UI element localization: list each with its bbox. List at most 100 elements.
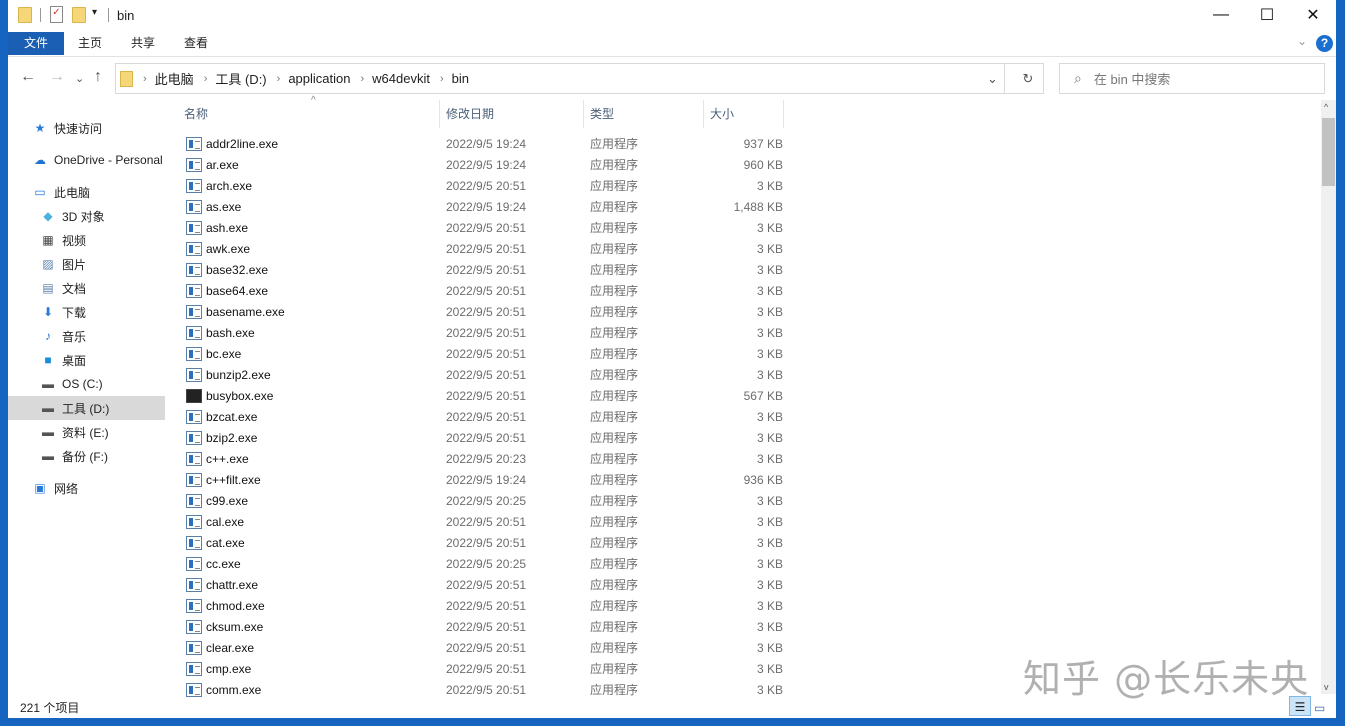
breadcrumb-item[interactable]: application	[288, 71, 350, 86]
file-size: 3 KB	[756, 221, 783, 235]
application-icon	[186, 221, 202, 235]
tab-share[interactable]: 共享	[117, 32, 169, 55]
file-row[interactable]: bunzip2.exe 2022/9/5 20:51 应用程序 3 KB	[178, 365, 798, 386]
file-row[interactable]: awk.exe 2022/9/5 20:51 应用程序 3 KB	[178, 239, 798, 260]
file-row[interactable]: chmod.exe 2022/9/5 20:51 应用程序 3 KB	[178, 596, 798, 617]
tab-file[interactable]: 文件	[8, 32, 64, 55]
sidebar-item[interactable]: ▬ OS (C:)	[8, 372, 165, 396]
search-input[interactable]: ⌕ 在 bin 中搜索	[1059, 63, 1325, 94]
file-row[interactable]: chattr.exe 2022/9/5 20:51 应用程序 3 KB	[178, 575, 798, 596]
file-size: 3 KB	[756, 599, 783, 613]
sidebar-item[interactable]: ▤ 文档	[8, 276, 165, 300]
file-row[interactable]: addr2line.exe 2022/9/5 19:24 应用程序 937 KB	[178, 134, 798, 155]
sidebar-item[interactable]: ▣ 网络	[8, 476, 165, 500]
sidebar-item-label: 音乐	[62, 329, 87, 344]
help-icon[interactable]: ?	[1316, 35, 1333, 52]
sidebar-item[interactable]: ■ 桌面	[8, 348, 165, 372]
breadcrumb-item[interactable]: bin	[452, 71, 469, 86]
sidebar-item[interactable]: ☁ OneDrive - Personal	[8, 148, 165, 172]
sidebar-item[interactable]: ▬ 备份 (F:)	[8, 444, 165, 468]
file-type: 应用程序	[590, 347, 639, 361]
tab-home[interactable]: 主页	[64, 32, 116, 55]
sidebar-item-label: OS (C:)	[62, 377, 103, 391]
refresh-button[interactable]: ↻	[1013, 64, 1043, 93]
file-type: 应用程序	[590, 305, 639, 319]
file-row[interactable]: cmp.exe 2022/9/5 20:51 应用程序 3 KB	[178, 659, 798, 680]
address-dropdown-icon[interactable]: ⌄	[981, 64, 1005, 93]
sidebar-item[interactable]: ◆ 3D 对象	[8, 204, 165, 228]
sidebar-item[interactable]: ▬ 工具 (D:)	[8, 396, 165, 420]
file-row[interactable]: c++filt.exe 2022/9/5 19:24 应用程序 936 KB	[178, 470, 798, 491]
file-size: 1,488 KB	[733, 200, 783, 214]
sidebar-item[interactable]: ▭ 此电脑	[8, 180, 165, 204]
column-name[interactable]: 名称	[178, 100, 440, 128]
file-row[interactable]: busybox.exe 2022/9/5 20:51 应用程序 567 KB	[178, 386, 798, 407]
file-row[interactable]: cat.exe 2022/9/5 20:51 应用程序 3 KB	[178, 533, 798, 554]
file-row[interactable]: ash.exe 2022/9/5 20:51 应用程序 3 KB	[178, 218, 798, 239]
file-row[interactable]: c++.exe 2022/9/5 20:23 应用程序 3 KB	[178, 449, 798, 470]
forward-button[interactable]: →	[49, 68, 65, 86]
file-row[interactable]: base64.exe 2022/9/5 20:51 应用程序 3 KB	[178, 281, 798, 302]
sidebar-item[interactable]: ♪ 音乐	[8, 324, 165, 348]
application-icon	[186, 452, 202, 466]
sidebar-item[interactable]: ▨ 图片	[8, 252, 165, 276]
file-row[interactable]: ar.exe 2022/9/5 19:24 应用程序 960 KB	[178, 155, 798, 176]
file-date: 2022/9/5 19:24	[446, 137, 527, 151]
file-row[interactable]: bzcat.exe 2022/9/5 20:51 应用程序 3 KB	[178, 407, 798, 428]
file-row[interactable]: cc.exe 2022/9/5 20:25 应用程序 3 KB	[178, 554, 798, 575]
column-type[interactable]: 类型	[584, 100, 704, 128]
file-row[interactable]: bzip2.exe 2022/9/5 20:51 应用程序 3 KB	[178, 428, 798, 449]
back-button[interactable]: ←	[20, 68, 36, 86]
address-bar[interactable]: › 此电脑 › 工具 (D:) › application › w64devkit › b…	[115, 63, 1044, 94]
sidebar-item[interactable]: ▦ 视频	[8, 228, 165, 252]
scrollbar-thumb[interactable]	[1322, 118, 1335, 186]
new-folder-icon[interactable]	[72, 7, 86, 23]
recent-locations-button[interactable]: ⌄	[75, 72, 84, 85]
file-type: 应用程序	[590, 536, 639, 550]
file-row[interactable]: bash.exe 2022/9/5 20:51 应用程序 3 KB	[178, 323, 798, 344]
scroll-down-icon[interactable]: v	[1324, 682, 1329, 692]
application-icon	[186, 305, 202, 319]
file-row[interactable]: bc.exe 2022/9/5 20:51 应用程序 3 KB	[178, 344, 798, 365]
file-row[interactable]: arch.exe 2022/9/5 20:51 应用程序 3 KB	[178, 176, 798, 197]
up-button[interactable]: ↑	[94, 68, 102, 86]
file-row[interactable]: c99.exe 2022/9/5 20:25 应用程序 3 KB	[178, 491, 798, 512]
file-row[interactable]: cal.exe 2022/9/5 20:51 应用程序 3 KB	[178, 512, 798, 533]
sidebar-item[interactable]: ▬ 资料 (E:)	[8, 420, 165, 444]
file-date: 2022/9/5 20:51	[446, 305, 527, 319]
sidebar-item[interactable]: ⬇ 下载	[8, 300, 165, 324]
breadcrumb-item[interactable]: 此电脑	[155, 69, 194, 88]
sidebar-icon: ◆	[43, 209, 53, 223]
properties-icon[interactable]: ✓	[50, 6, 63, 23]
large-icons-view-icon[interactable]: ▭	[1314, 698, 1332, 715]
column-date[interactable]: 修改日期	[440, 100, 584, 128]
column-size[interactable]: 大小	[704, 100, 784, 128]
divider	[108, 8, 109, 22]
expand-ribbon-icon[interactable]: ⌄	[1297, 34, 1307, 48]
sidebar-icon: ▭	[34, 185, 46, 199]
sidebar-item[interactable]: ★ 快速访问	[8, 116, 165, 140]
file-row[interactable]: base32.exe 2022/9/5 20:51 应用程序 3 KB	[178, 260, 798, 281]
file-row[interactable]: basename.exe 2022/9/5 20:51 应用程序 3 KB	[178, 302, 798, 323]
breadcrumb-item[interactable]: w64devkit	[372, 71, 430, 86]
tab-view[interactable]: 查看	[170, 32, 222, 55]
file-row[interactable]: as.exe 2022/9/5 19:24 应用程序 1,488 KB	[178, 197, 798, 218]
file-row[interactable]: cksum.exe 2022/9/5 20:51 应用程序 3 KB	[178, 617, 798, 638]
minimize-button[interactable]: —	[1198, 0, 1244, 30]
file-row[interactable]: clear.exe 2022/9/5 20:51 应用程序 3 KB	[178, 638, 798, 659]
customize-toolbar-icon[interactable]: ▾	[92, 7, 97, 18]
file-name: bunzip2.exe	[206, 368, 271, 382]
breadcrumb-item[interactable]: 工具 (D:)	[215, 69, 266, 88]
explorer-window: ✓ ▾ bin — ☐ ✕ 文件 主页 共享 查看 ⌄ ? ← → ⌄ ↑ › 此…	[8, 0, 1336, 718]
scroll-up-icon[interactable]: ^	[1324, 102, 1328, 112]
file-size: 3 KB	[756, 242, 783, 256]
maximize-button[interactable]: ☐	[1244, 0, 1290, 30]
file-size: 937 KB	[743, 137, 783, 151]
file-name: c++.exe	[206, 452, 249, 466]
file-type: 应用程序	[590, 389, 639, 403]
file-type: 应用程序	[590, 515, 639, 529]
vertical-scrollbar[interactable]: ^ v	[1321, 100, 1336, 694]
close-button[interactable]: ✕	[1290, 0, 1336, 30]
application-icon	[186, 641, 202, 655]
file-name: basename.exe	[206, 305, 285, 319]
